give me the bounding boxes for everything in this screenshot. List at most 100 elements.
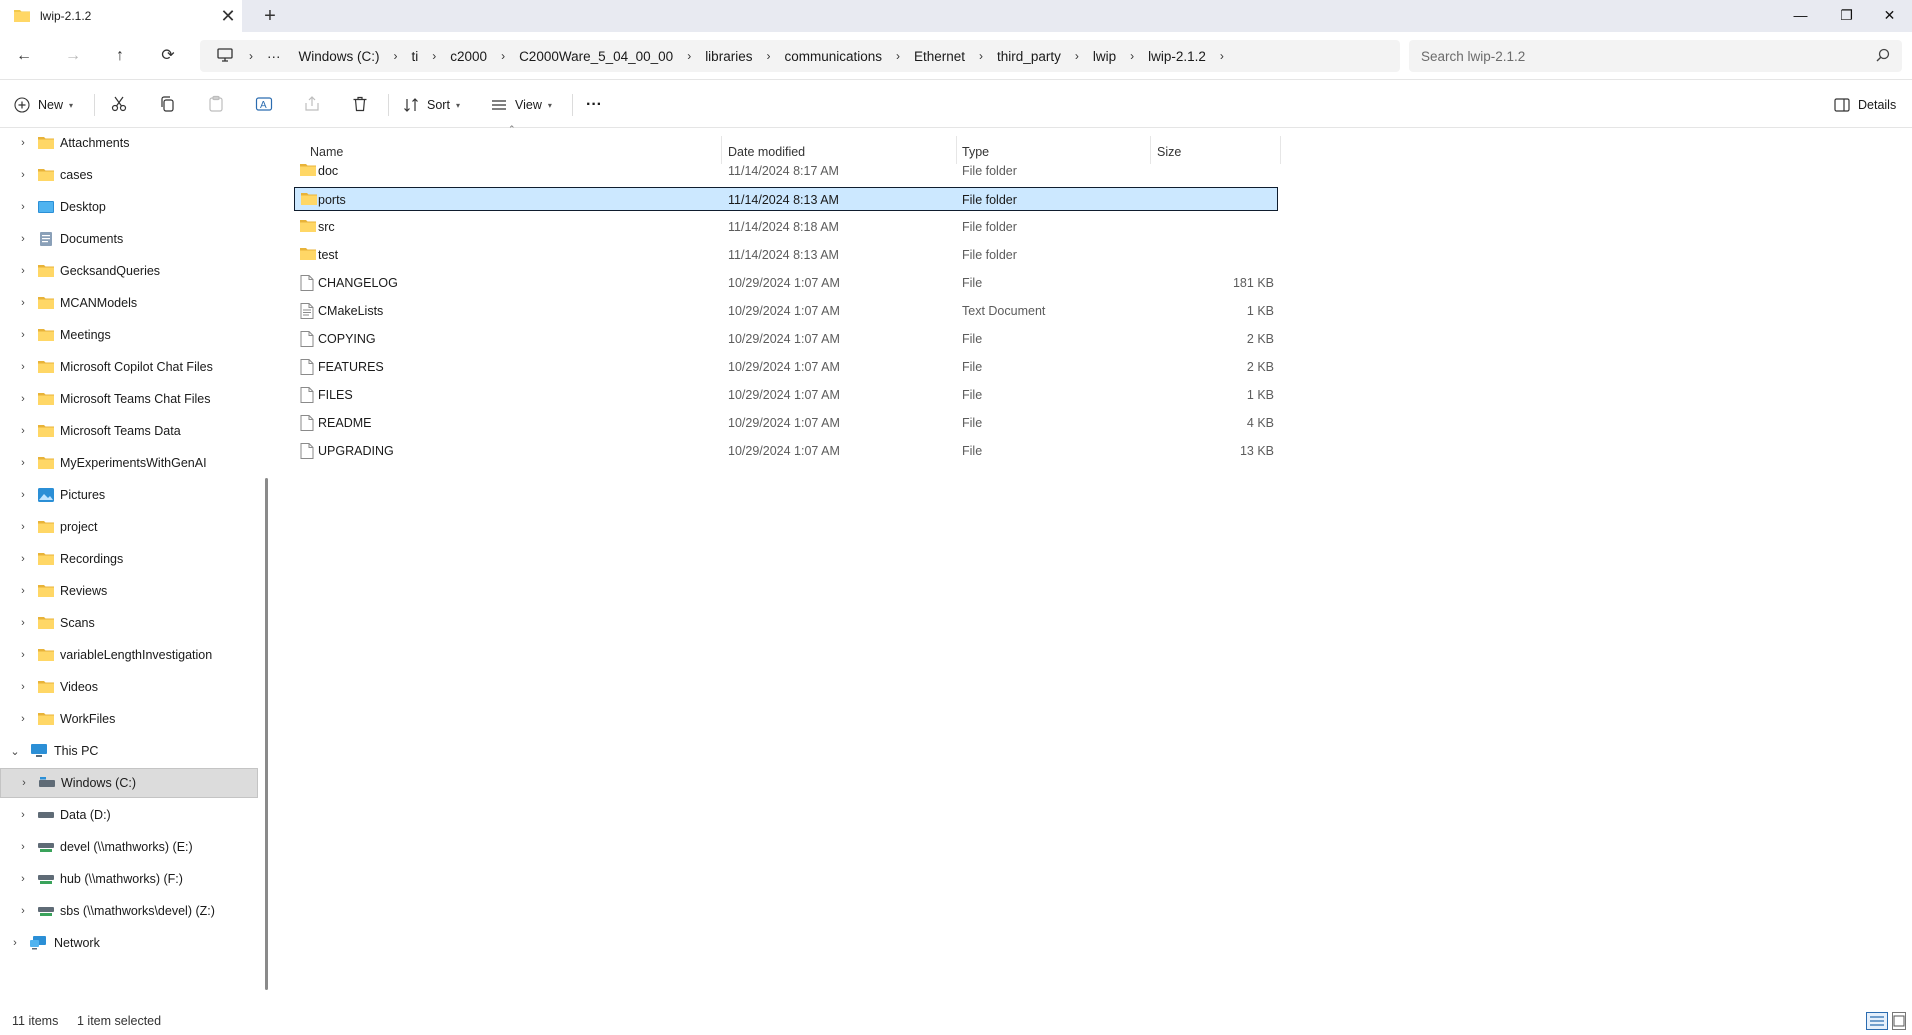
table-row[interactable]: test 11/14/2024 8:13 AM File folder bbox=[294, 243, 1558, 267]
delete-button[interactable] bbox=[351, 92, 369, 118]
chevron-right-icon[interactable]: › bbox=[427, 49, 441, 63]
chevron-right-icon[interactable]: › bbox=[8, 937, 22, 949]
table-row[interactable]: src 11/14/2024 8:18 AM File folder bbox=[294, 215, 1558, 239]
sidebar-item-project[interactable]: › project bbox=[0, 512, 258, 542]
table-row[interactable]: UPGRADING 10/29/2024 1:07 AM File 13 KB bbox=[294, 439, 1558, 463]
breadcrumb-more[interactable]: ··· bbox=[258, 49, 290, 64]
chevron-right-icon[interactable]: › bbox=[16, 329, 30, 341]
table-row[interactable]: CHANGELOG 10/29/2024 1:07 AM File 181 KB bbox=[294, 271, 1558, 295]
chevron-right-icon[interactable]: › bbox=[974, 49, 988, 63]
refresh-button[interactable]: ⟳ bbox=[154, 44, 182, 68]
chevron-right-icon[interactable]: › bbox=[16, 841, 30, 853]
chevron-right-icon[interactable]: › bbox=[1125, 49, 1139, 63]
sidebar-item-sbs-z[interactable]: › sbs (\\mathworks\devel) (Z:) bbox=[0, 896, 258, 926]
sidebar-item-network[interactable]: › Network bbox=[0, 928, 258, 958]
minimize-button[interactable]: — bbox=[1778, 0, 1823, 32]
forward-button[interactable]: → bbox=[59, 44, 87, 68]
sidebar-item-hub-f[interactable]: › hub (\\mathworks) (F:) bbox=[0, 864, 258, 894]
chevron-right-icon[interactable]: › bbox=[16, 585, 30, 597]
chevron-right-icon[interactable]: › bbox=[16, 809, 30, 821]
details-view-button[interactable] bbox=[1866, 1012, 1888, 1030]
back-button[interactable]: ← bbox=[10, 44, 38, 68]
sidebar-item-this-pc[interactable]: ⌄ This PC bbox=[0, 736, 258, 766]
maximize-button[interactable]: ❐ bbox=[1824, 0, 1869, 32]
chevron-down-icon[interactable]: ⌄ bbox=[8, 745, 22, 758]
sidebar-item-pictures[interactable]: › Pictures bbox=[0, 480, 258, 510]
close-window-button[interactable]: ✕ bbox=[1867, 0, 1912, 32]
table-row[interactable]: COPYING 10/29/2024 1:07 AM File 2 KB bbox=[294, 327, 1558, 351]
chevron-right-icon[interactable]: › bbox=[16, 297, 30, 309]
chevron-right-icon[interactable]: › bbox=[16, 905, 30, 917]
chevron-right-icon[interactable]: › bbox=[761, 49, 775, 63]
chevron-right-icon[interactable]: › bbox=[891, 49, 905, 63]
table-row[interactable]: FILES 10/29/2024 1:07 AM File 1 KB bbox=[294, 383, 1558, 407]
breadcrumb-item[interactable]: C2000Ware_5_04_00_00 bbox=[510, 49, 682, 64]
rename-button[interactable]: A bbox=[255, 92, 273, 118]
sidebar-item-documents[interactable]: › Documents bbox=[0, 224, 258, 254]
chevron-right-icon[interactable]: › bbox=[16, 713, 30, 725]
sidebar-item-cases[interactable]: › cases bbox=[0, 160, 258, 190]
breadcrumb-item[interactable]: lwip-2.1.2 bbox=[1139, 49, 1215, 64]
sidebar-item-gecksandqueries[interactable]: › GecksandQueries bbox=[0, 256, 258, 286]
sidebar-item-teams-data[interactable]: › Microsoft Teams Data bbox=[0, 416, 258, 446]
sidebar-item-copilot-chat-files[interactable]: › Microsoft Copilot Chat Files bbox=[0, 352, 258, 382]
chevron-right-icon[interactable]: › bbox=[16, 137, 30, 149]
sidebar-item-variablelengthinvestigation[interactable]: › variableLengthInvestigation bbox=[0, 640, 258, 670]
paste-button[interactable] bbox=[207, 92, 225, 118]
sort-button[interactable]: Sort ▾ bbox=[403, 92, 460, 118]
table-row[interactable]: doc 11/14/2024 8:17 AM File folder bbox=[294, 159, 1558, 183]
chevron-right-icon[interactable]: › bbox=[682, 49, 696, 63]
new-button[interactable]: New ▾ bbox=[14, 92, 73, 118]
search-input[interactable]: Search lwip-2.1.2 bbox=[1409, 40, 1902, 72]
chevron-right-icon[interactable]: › bbox=[16, 649, 30, 661]
sidebar-scrollbar[interactable] bbox=[265, 478, 268, 990]
breadcrumb[interactable]: › ··· Windows (C:) › ti › c2000 › C2000W… bbox=[200, 40, 1400, 72]
sidebar-item-mcanmodels[interactable]: › MCANModels bbox=[0, 288, 258, 318]
new-tab-button[interactable]: + bbox=[258, 4, 282, 28]
computer-icon[interactable] bbox=[206, 47, 244, 65]
chevron-right-icon[interactable]: › bbox=[16, 681, 30, 693]
chevron-right-icon[interactable]: › bbox=[16, 457, 30, 469]
sidebar-item-recordings[interactable]: › Recordings bbox=[0, 544, 258, 574]
breadcrumb-item[interactable]: c2000 bbox=[441, 49, 496, 64]
chevron-right-icon[interactable]: › bbox=[16, 617, 30, 629]
chevron-right-icon[interactable]: › bbox=[16, 489, 30, 501]
cut-button[interactable] bbox=[110, 92, 128, 118]
table-row[interactable]: CMakeLists 10/29/2024 1:07 AM Text Docum… bbox=[294, 299, 1558, 323]
close-tab-icon[interactable]: ✕ bbox=[214, 6, 242, 27]
sidebar-item-desktop[interactable]: › Desktop bbox=[0, 192, 258, 222]
breadcrumb-item[interactable]: libraries bbox=[696, 49, 761, 64]
chevron-right-icon[interactable]: › bbox=[244, 49, 258, 63]
breadcrumb-item[interactable]: communications bbox=[775, 49, 891, 64]
breadcrumb-item[interactable]: Ethernet bbox=[905, 49, 974, 64]
chevron-right-icon[interactable]: › bbox=[16, 265, 30, 277]
chevron-right-icon[interactable]: › bbox=[17, 777, 31, 789]
breadcrumb-item[interactable]: third_party bbox=[988, 49, 1070, 64]
chevron-right-icon[interactable]: › bbox=[1215, 49, 1229, 63]
sidebar-item-workfiles[interactable]: › WorkFiles bbox=[0, 704, 258, 734]
more-options-button[interactable]: ··· bbox=[586, 92, 602, 118]
tab-lwip[interactable]: lwip-2.1.2 ✕ bbox=[0, 0, 242, 32]
chevron-right-icon[interactable]: › bbox=[16, 233, 30, 245]
table-row[interactable]: FEATURES 10/29/2024 1:07 AM File 2 KB bbox=[294, 355, 1558, 379]
chevron-right-icon[interactable]: › bbox=[16, 169, 30, 181]
chevron-right-icon[interactable]: › bbox=[16, 873, 30, 885]
breadcrumb-item[interactable]: ti bbox=[403, 49, 428, 64]
sidebar-item-attachments[interactable]: › Attachments bbox=[0, 128, 258, 158]
sidebar-item-windows-c[interactable]: › Windows (C:) bbox=[0, 768, 258, 798]
chevron-right-icon[interactable]: › bbox=[16, 553, 30, 565]
chevron-right-icon[interactable]: › bbox=[16, 425, 30, 437]
up-button[interactable]: ↑ bbox=[106, 44, 134, 68]
sidebar-item-reviews[interactable]: › Reviews bbox=[0, 576, 258, 606]
chevron-right-icon[interactable]: › bbox=[389, 49, 403, 63]
sidebar-item-meetings[interactable]: › Meetings bbox=[0, 320, 258, 350]
sidebar-item-devel-e[interactable]: › devel (\\mathworks) (E:) bbox=[0, 832, 258, 862]
chevron-right-icon[interactable]: › bbox=[16, 201, 30, 213]
table-row-selected[interactable]: ports 11/14/2024 8:13 AM File folder bbox=[294, 187, 1278, 211]
chevron-right-icon[interactable]: › bbox=[496, 49, 510, 63]
sidebar-item-myexperimentswithgenai[interactable]: › MyExperimentsWithGenAI bbox=[0, 448, 258, 478]
sidebar-item-teams-chat-files[interactable]: › Microsoft Teams Chat Files bbox=[0, 384, 258, 414]
chevron-right-icon[interactable]: › bbox=[16, 521, 30, 533]
sidebar-item-scans[interactable]: › Scans bbox=[0, 608, 258, 638]
chevron-right-icon[interactable]: › bbox=[16, 361, 30, 373]
